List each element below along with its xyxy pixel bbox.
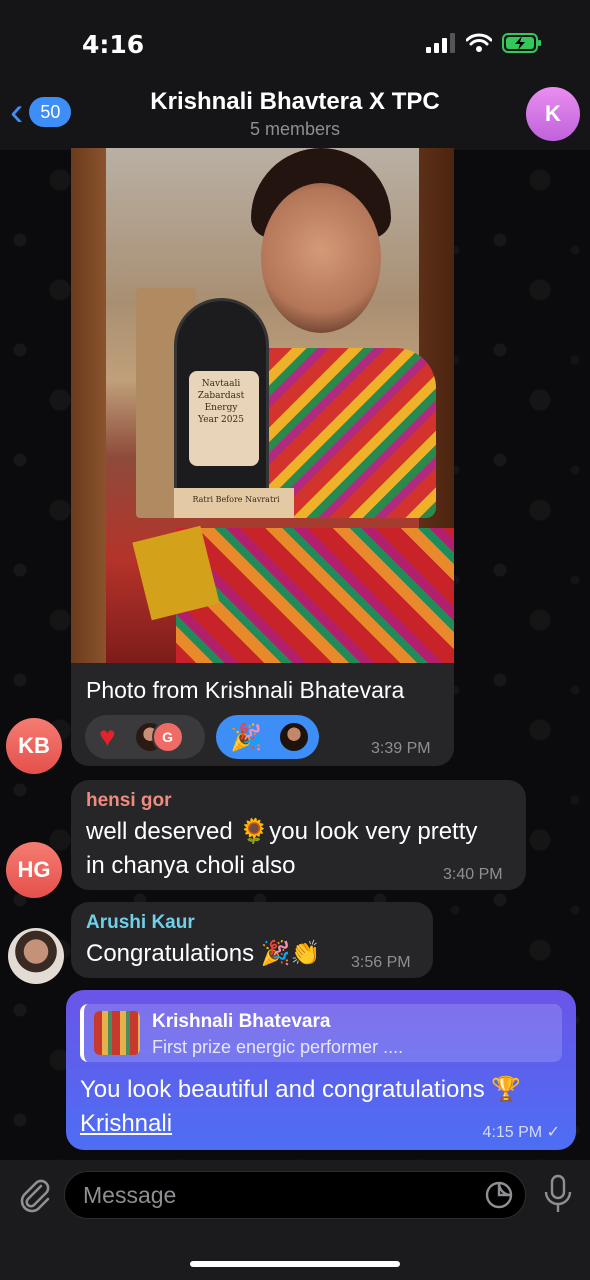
sent-check-icon: ✓ — [546, 1124, 560, 1141]
reply-thumbnail — [94, 1011, 140, 1055]
trophy-inscription: Navtaali Zabardast Energy Year 2025 — [197, 379, 245, 425]
message-time: 4:15 PM ✓ — [482, 1124, 560, 1141]
sender-avatar-hg[interactable]: HG — [6, 842, 62, 898]
reply-sender: Krishnali Bhatevara — [152, 1011, 331, 1032]
party-popper-icon: 🎉 — [230, 722, 263, 752]
reply-text: First prize energic performer .... — [152, 1037, 404, 1057]
photo-caption: Photo from Krishnali Bhatevara — [86, 677, 405, 703]
status-icons — [426, 33, 542, 53]
status-time: 4:16 — [82, 30, 145, 59]
chat-title[interactable]: Krishnali Bhavtera X TPC — [0, 88, 590, 116]
chat-header: 4:16 ‹ 50 Krishnali Bhavtera X TPC 5 mem… — [0, 0, 590, 150]
battery-charging-icon — [502, 33, 541, 53]
heart-icon: ♥ — [99, 721, 116, 752]
mention-link[interactable]: Krishnali — [80, 1107, 521, 1141]
sticker-icon[interactable] — [484, 1180, 514, 1210]
reactor-avatar — [278, 721, 311, 753]
composer-bar — [0, 1160, 590, 1280]
reaction-party[interactable]: 🎉 — [216, 715, 319, 759]
home-indicator — [190, 1261, 400, 1267]
sender-avatar-photo[interactable] — [8, 928, 64, 984]
message-input[interactable] — [64, 1171, 526, 1219]
member-count: 5 members — [249, 119, 341, 139]
message-bubble[interactable]: hensi gor well deserved 🌻you look very p… — [71, 780, 526, 890]
message-time: 3:56 PM — [351, 954, 411, 971]
sender-name: hensi gor — [86, 790, 172, 811]
message-time: 3:39 PM — [371, 740, 431, 757]
award-photo[interactable]: Navtaali Zabardast Energy Year 2025 Ratr… — [71, 148, 454, 663]
microphone-icon[interactable] — [540, 1174, 576, 1214]
message-time: 3:40 PM — [443, 866, 503, 883]
message-text: well deserved 🌻you look very pretty in c… — [86, 818, 478, 879]
group-avatar[interactable]: K — [526, 87, 580, 141]
reaction-heart[interactable]: ♥ G — [85, 715, 205, 759]
reactor-avatar: G — [151, 721, 184, 753]
attachment-icon[interactable] — [14, 1174, 54, 1214]
message-bubble[interactable]: Arushi Kaur Congratulations 🎉👏 3:56 PM — [71, 902, 433, 978]
photo-message[interactable]: Navtaali Zabardast Energy Year 2025 Ratr… — [71, 148, 454, 766]
wifi-icon — [466, 33, 492, 52]
signal-icon — [426, 33, 455, 53]
outgoing-message[interactable]: Krishnali Bhatevara First prize energic … — [66, 990, 576, 1150]
reply-quote[interactable]: Krishnali Bhatevara First prize energic … — [80, 1004, 562, 1062]
sender-avatar-kb[interactable]: KB — [6, 718, 62, 774]
sender-name: Arushi Kaur — [86, 912, 195, 933]
message-text: You look beautiful and congratulations 🏆… — [80, 1073, 521, 1141]
message-text: Congratulations 🎉👏 — [86, 940, 321, 967]
